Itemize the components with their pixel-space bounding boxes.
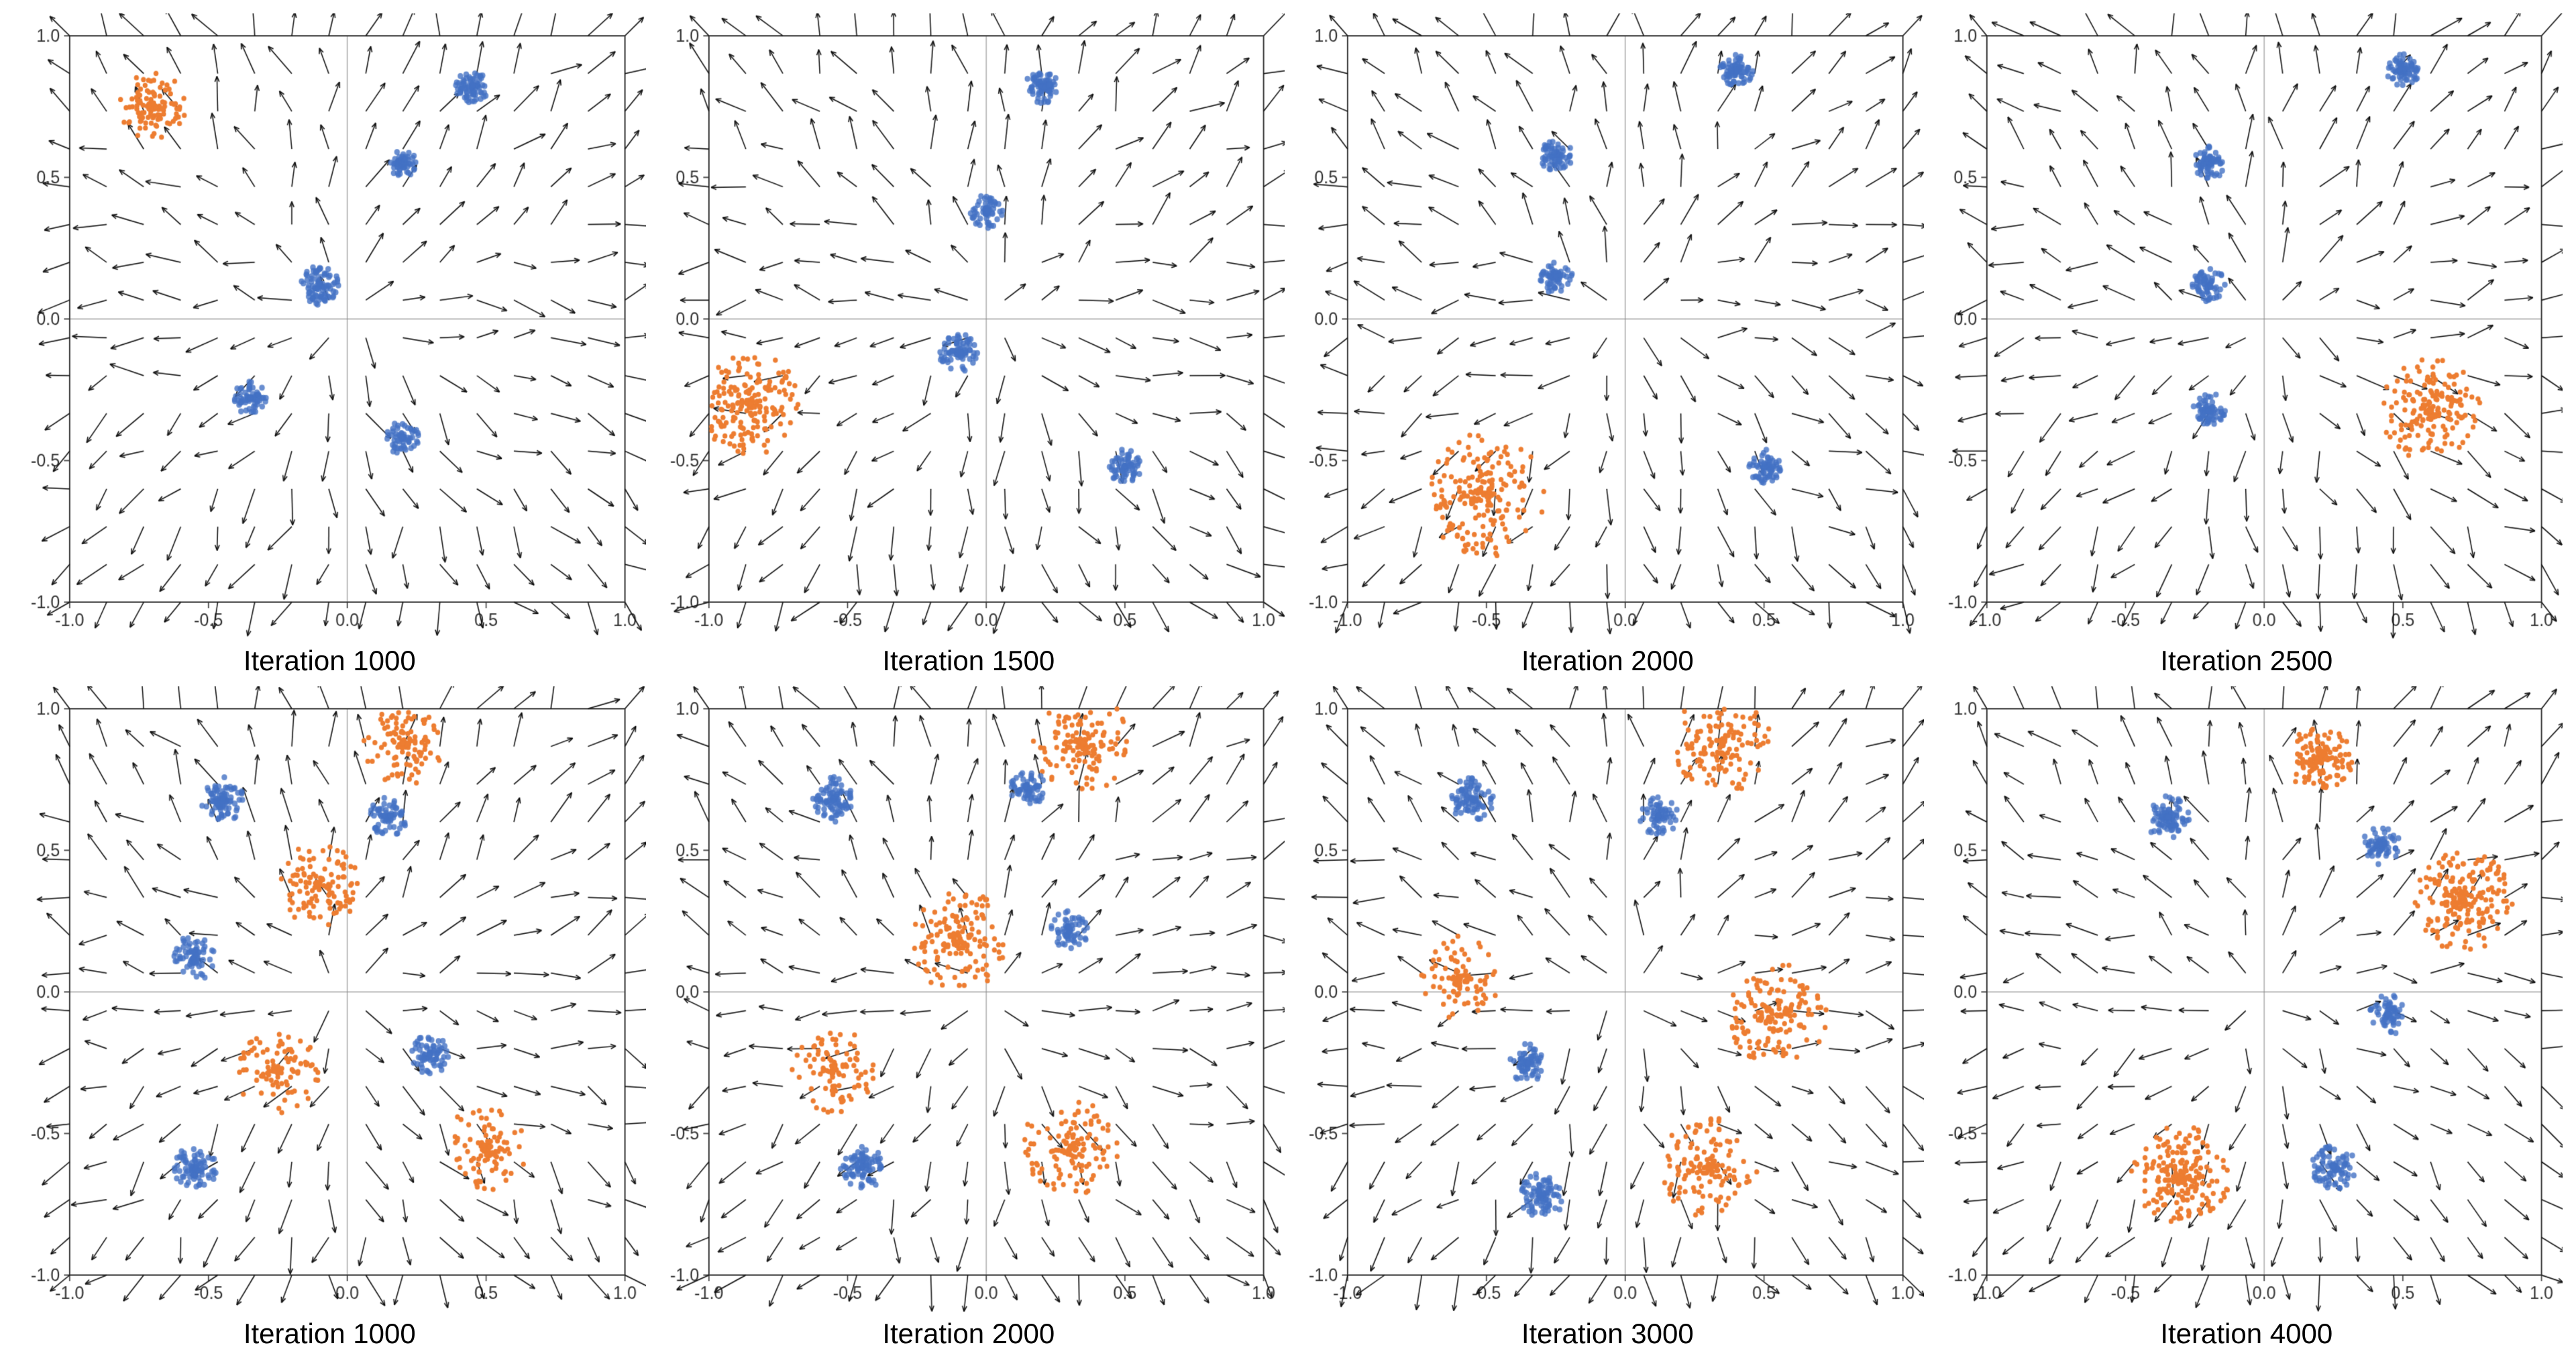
- plot-cell-6: Iteration 3000: [1291, 686, 1924, 1353]
- plot-title-5: Iteration 2000: [882, 1318, 1055, 1350]
- plot-canvas-container-1: [653, 13, 1285, 639]
- plot-canvas-container-3: [1931, 13, 2563, 639]
- plot-cell-0: Iteration 1000: [13, 13, 646, 680]
- plot-canvas-container-2: [1291, 13, 1924, 639]
- plot-canvas-4: [13, 686, 646, 1312]
- plot-canvas-1: [653, 13, 1285, 639]
- plot-canvas-container-7: [1931, 686, 2563, 1312]
- plot-cell-2: Iteration 2000: [1291, 13, 1924, 680]
- main-grid: Iteration 1000 Iteration 1500 Iteration 20…: [0, 0, 2576, 1366]
- plot-title-0: Iteration 1000: [244, 645, 416, 677]
- plot-canvas-container-5: [653, 686, 1285, 1312]
- plot-canvas-container-0: [13, 13, 646, 639]
- plot-canvas-container-6: [1291, 686, 1924, 1312]
- plot-canvas-0: [13, 13, 646, 639]
- plot-title-6: Iteration 3000: [1521, 1318, 1694, 1350]
- plot-title-4: Iteration 1000: [244, 1318, 416, 1350]
- plot-canvas-5: [653, 686, 1285, 1312]
- plot-canvas-container-4: [13, 686, 646, 1312]
- plot-canvas-3: [1931, 13, 2563, 639]
- plot-cell-7: Iteration 4000: [1931, 686, 2563, 1353]
- plot-canvas-7: [1931, 686, 2563, 1312]
- plot-title-3: Iteration 2500: [2160, 645, 2332, 677]
- plot-title-1: Iteration 1500: [882, 645, 1055, 677]
- plot-title-7: Iteration 4000: [2160, 1318, 2332, 1350]
- plot-cell-1: Iteration 1500: [653, 13, 1285, 680]
- plot-cell-3: Iteration 2500: [1931, 13, 2563, 680]
- plot-cell-5: Iteration 2000: [653, 686, 1285, 1353]
- plot-cell-4: Iteration 1000: [13, 686, 646, 1353]
- plot-canvas-6: [1291, 686, 1924, 1312]
- plot-title-2: Iteration 2000: [1521, 645, 1694, 677]
- plot-canvas-2: [1291, 13, 1924, 639]
